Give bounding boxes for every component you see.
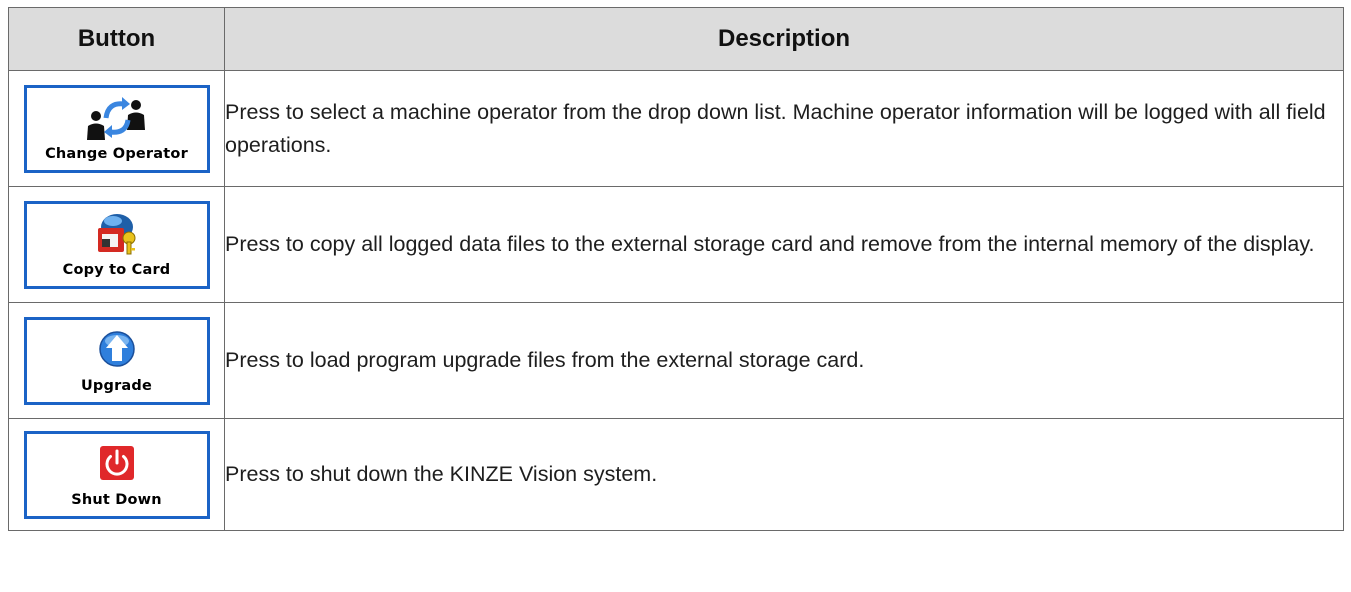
button-cell: Upgrade — [8, 302, 225, 419]
table-row: Shut Down Press to shut down the KINZE V… — [8, 418, 1344, 531]
table-header-row: Button Description — [8, 7, 1344, 71]
table-row: Change Operator Press to select a machin… — [8, 70, 1344, 187]
description-cell: Press to shut down the KINZE Vision syst… — [224, 418, 1344, 531]
power-icon — [99, 445, 134, 480]
change-operator-button[interactable]: Change Operator — [23, 84, 210, 173]
description-cell: Press to copy all logged data files to t… — [224, 186, 1344, 303]
upgrade-button[interactable]: Upgrade — [23, 316, 210, 405]
table-row: Upgrade Press to load program upgrade fi… — [8, 302, 1344, 419]
header-description: Description — [224, 7, 1344, 71]
shut-down-label: Shut Down — [71, 491, 162, 508]
description-cell: Press to load program upgrade files from… — [224, 302, 1344, 419]
description-cell: Press to select a machine operator from … — [224, 70, 1344, 187]
copy-to-card-icon — [97, 213, 135, 254]
upgrade-label: Upgrade — [80, 377, 153, 394]
header-button: Button — [8, 7, 225, 71]
copy-to-card-label: Copy to Card — [62, 261, 171, 278]
change-operator-icon — [86, 96, 145, 140]
table-row: Copy to Card Press to copy all logged da… — [8, 186, 1344, 303]
button-cell: Shut Down — [8, 418, 225, 531]
button-description-table: Button Description Change Operator Press… — [8, 7, 1344, 531]
button-cell: Copy to Card — [8, 186, 225, 303]
shut-down-button[interactable]: Shut Down — [23, 430, 210, 519]
copy-to-card-button[interactable]: Copy to Card — [23, 200, 210, 289]
upgrade-arrow-icon — [98, 330, 135, 367]
button-cell: Change Operator — [8, 70, 225, 187]
change-operator-label: Change Operator — [45, 145, 188, 162]
